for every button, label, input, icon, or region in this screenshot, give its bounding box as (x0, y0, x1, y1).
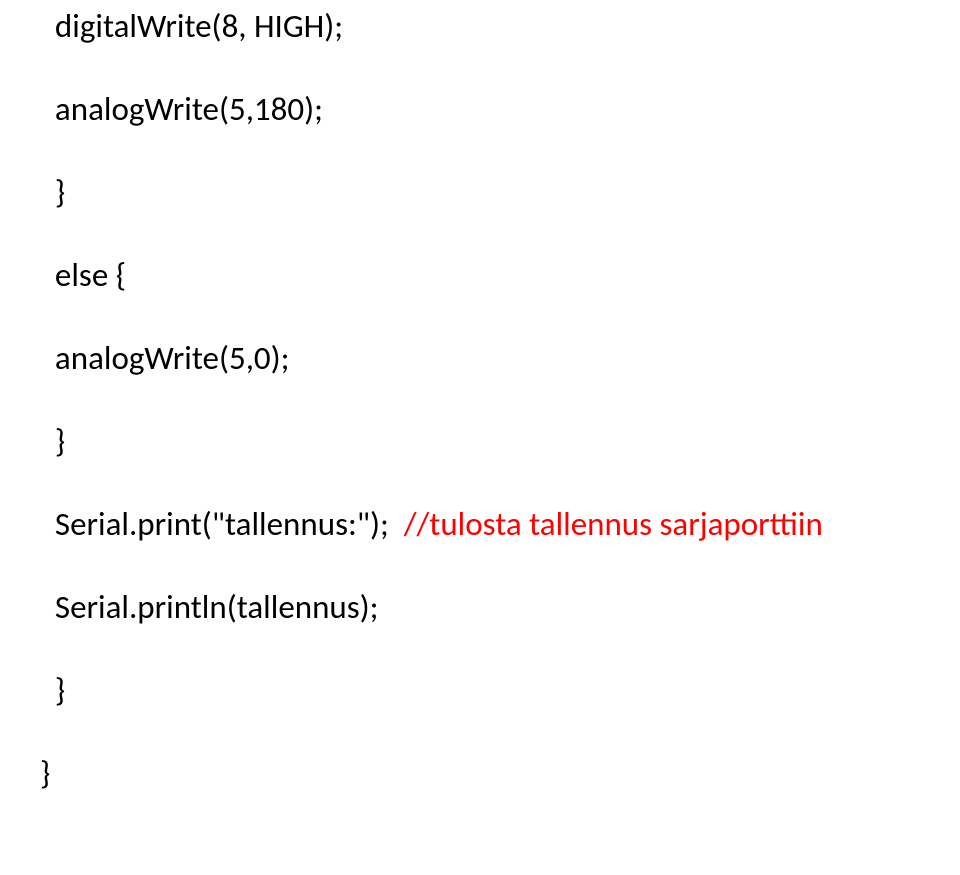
code-line: analogWrite(5,180); (40, 93, 960, 126)
code-comment: //tulosta tallennus sarjaporttiin (404, 504, 823, 544)
code-block: digitalWrite(8, HIGH); analogWrite(5,180… (0, 0, 960, 790)
code-line: else { (40, 259, 960, 292)
code-line: } (40, 425, 960, 458)
code-line: analogWrite(5,0); (40, 342, 960, 375)
code-line: Serial.print("tallennus:"); //tulosta ta… (40, 508, 960, 541)
code-line: } (40, 757, 960, 790)
code-line: } (40, 176, 960, 209)
code-line: Serial.println(tallennus); (40, 591, 960, 624)
code-line: } (40, 674, 960, 707)
code-line: digitalWrite(8, HIGH); (40, 10, 960, 43)
code-text: Serial.print("tallennus:"); (40, 504, 404, 544)
